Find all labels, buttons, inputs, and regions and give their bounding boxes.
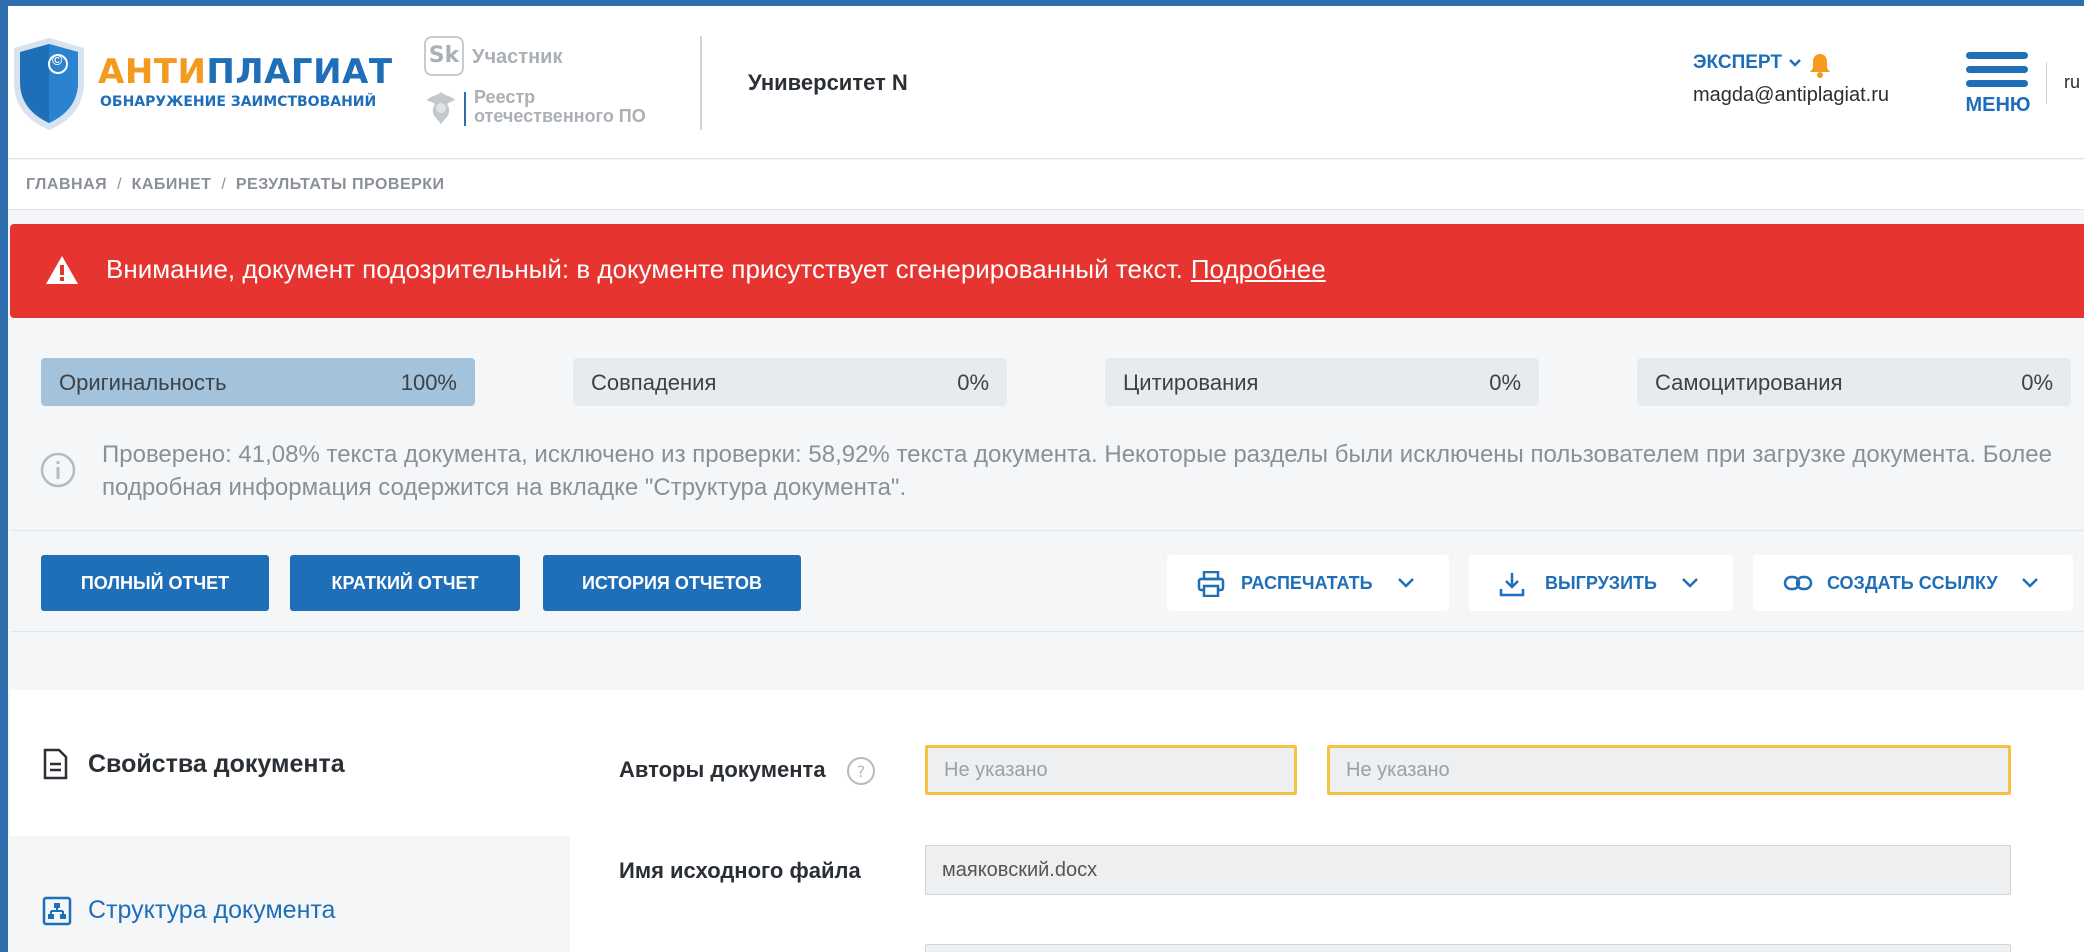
metric-label: Оригинальность bbox=[59, 370, 227, 395]
metric-value: 0% bbox=[2021, 370, 2053, 395]
breadcrumb-separator: / bbox=[117, 176, 122, 193]
metric-citations[interactable]: Цитирования 0% bbox=[1105, 358, 1539, 406]
chevron-down-icon bbox=[2022, 578, 2038, 588]
breadcrumb-cabinet[interactable]: КАБИНЕТ bbox=[132, 176, 212, 194]
metric-value: 0% bbox=[1489, 370, 1521, 395]
next-field-partial[interactable] bbox=[925, 944, 2011, 952]
document-content: Свойства документа Структура документа А… bbox=[10, 690, 2084, 952]
create-link-button[interactable]: СОЗДАТЬ ССЫЛКУ bbox=[1753, 555, 2073, 611]
shield-logo-icon bbox=[14, 38, 84, 130]
suspicious-document-alert: Внимание, документ подозрительный: в док… bbox=[10, 224, 2084, 318]
breadcrumb: ГЛАВНАЯ / КАБИНЕТ / РЕЗУЛЬТАТЫ ПРОВЕРКИ bbox=[8, 160, 2084, 210]
breadcrumb-results: РЕЗУЛЬТАТЫ ПРОВЕРКИ bbox=[235, 176, 445, 193]
alert-more-link[interactable]: Подробнее bbox=[1191, 254, 1326, 284]
logo-title-part1: АНТИ bbox=[98, 52, 207, 92]
menu-label: МЕНЮ bbox=[1965, 94, 2031, 116]
metric-label: Цитирования bbox=[1123, 370, 1259, 395]
user-email: magda@antiplagiat.ru bbox=[1693, 84, 1889, 106]
logo-title-part2: ПЛАГИАТ bbox=[206, 52, 393, 92]
metric-value: 100% bbox=[400, 370, 457, 395]
metric-label: Самоцитирования bbox=[1655, 370, 1843, 395]
registry-label-line2: отечественного ПО bbox=[474, 106, 646, 126]
site-header: © АНТИПЛАГИАТ ОБНАРУЖЕНИЕ ЗАИМСТВОВАНИЙ … bbox=[8, 6, 2084, 159]
language-divider bbox=[2046, 62, 2047, 104]
logo-title: АНТИПЛАГИАТ bbox=[98, 52, 393, 92]
short-report-button[interactable]: КРАТКИЙ ОТЧЕТ bbox=[290, 555, 520, 611]
antiplagiat-logo[interactable]: © АНТИПЛАГИАТ ОБНАРУЖЕНИЕ ЗАИМСТВОВАНИЙ bbox=[12, 36, 392, 136]
filename-label: Имя исходного файла bbox=[619, 858, 861, 883]
registry-divider bbox=[464, 92, 466, 126]
metric-self-citations[interactable]: Самоцитирования 0% bbox=[1637, 358, 2071, 406]
breadcrumb-home[interactable]: ГЛАВНАЯ bbox=[26, 176, 107, 194]
registry-label: Реестр отечественного ПО bbox=[474, 88, 646, 126]
warning-triangle-icon bbox=[46, 256, 78, 284]
print-label: РАСПЕЧАТАТЬ bbox=[1241, 573, 1373, 593]
metric-matches[interactable]: Совпадения 0% bbox=[573, 358, 1007, 406]
alert-message: Внимание, документ подозрительный: в док… bbox=[106, 254, 1326, 285]
breadcrumb-separator: / bbox=[221, 176, 226, 193]
create-link-label: СОЗДАТЬ ССЫЛКУ bbox=[1827, 573, 1998, 593]
language-switcher[interactable]: ru bbox=[2064, 72, 2080, 93]
logo-subtitle: ОБНАРУЖЕНИЕ ЗАИМСТВОВАНИЙ bbox=[100, 94, 377, 110]
sk-icon: Sk bbox=[424, 36, 464, 76]
chevron-down-icon bbox=[1398, 578, 1414, 588]
report-metrics: Оригинальность 100% Совпадения 0% Цитиро… bbox=[10, 318, 2084, 528]
full-report-button[interactable]: ПОЛНЫЙ ОТЧЕТ bbox=[41, 555, 269, 611]
eagle-emblem-icon bbox=[427, 92, 455, 124]
metric-value: 0% bbox=[957, 370, 989, 395]
bell-icon[interactable] bbox=[1808, 52, 1832, 78]
authors-label: Авторы документа bbox=[619, 757, 826, 782]
shield-copyright-symbol: © bbox=[52, 52, 63, 68]
alert-text: Внимание, документ подозрительный: в док… bbox=[106, 254, 1183, 284]
report-toolbar: ПОЛНЫЙ ОТЧЕТ КРАТКИЙ ОТЧЕТ ИСТОРИЯ ОТЧЕТ… bbox=[10, 530, 2084, 632]
registry-label-line1: Реестр bbox=[474, 87, 536, 107]
document-icon bbox=[43, 748, 68, 780]
user-role-dropdown[interactable]: ЭКСПЕРТ bbox=[1693, 52, 1782, 74]
author-field-2[interactable] bbox=[1327, 745, 2011, 795]
svg-text:?: ? bbox=[857, 762, 866, 781]
metric-label: Совпадения bbox=[591, 370, 717, 395]
export-button[interactable]: ВЫГРУЗИТЬ bbox=[1469, 555, 1733, 611]
header-divider bbox=[700, 36, 702, 130]
printer-icon bbox=[1197, 571, 1225, 597]
download-icon bbox=[1499, 573, 1525, 597]
chevron-down-icon bbox=[1682, 578, 1698, 588]
document-side-nav: Свойства документа Структура документа bbox=[10, 690, 570, 952]
main-menu-button[interactable]: МЕНЮ bbox=[1958, 48, 2038, 118]
side-nav-label: Структура документа bbox=[88, 896, 336, 924]
export-label: ВЫГРУЗИТЬ bbox=[1545, 573, 1657, 593]
organization-name: Университет N bbox=[748, 70, 908, 95]
print-button[interactable]: РАСПЕЧАТАТЬ bbox=[1167, 555, 1449, 611]
side-nav-item-properties[interactable]: Свойства документа bbox=[10, 690, 570, 836]
link-icon bbox=[1783, 575, 1813, 591]
structure-icon bbox=[42, 896, 72, 926]
help-icon[interactable]: ? bbox=[846, 756, 876, 786]
author-field-1[interactable] bbox=[925, 745, 1297, 795]
sk-label: Участник bbox=[472, 46, 563, 68]
side-nav-label: Свойства документа bbox=[88, 750, 345, 778]
check-info-text: Проверено: 41,08% текста документа, искл… bbox=[102, 441, 2052, 501]
window-frame-left bbox=[0, 0, 8, 952]
report-history-button[interactable]: ИСТОРИЯ ОТЧЕТОВ bbox=[543, 555, 801, 611]
info-circle-icon bbox=[40, 452, 76, 488]
chevron-down-icon[interactable] bbox=[1788, 56, 1802, 70]
filename-field[interactable] bbox=[925, 845, 2011, 895]
metric-originality[interactable]: Оригинальность 100% bbox=[41, 358, 475, 406]
